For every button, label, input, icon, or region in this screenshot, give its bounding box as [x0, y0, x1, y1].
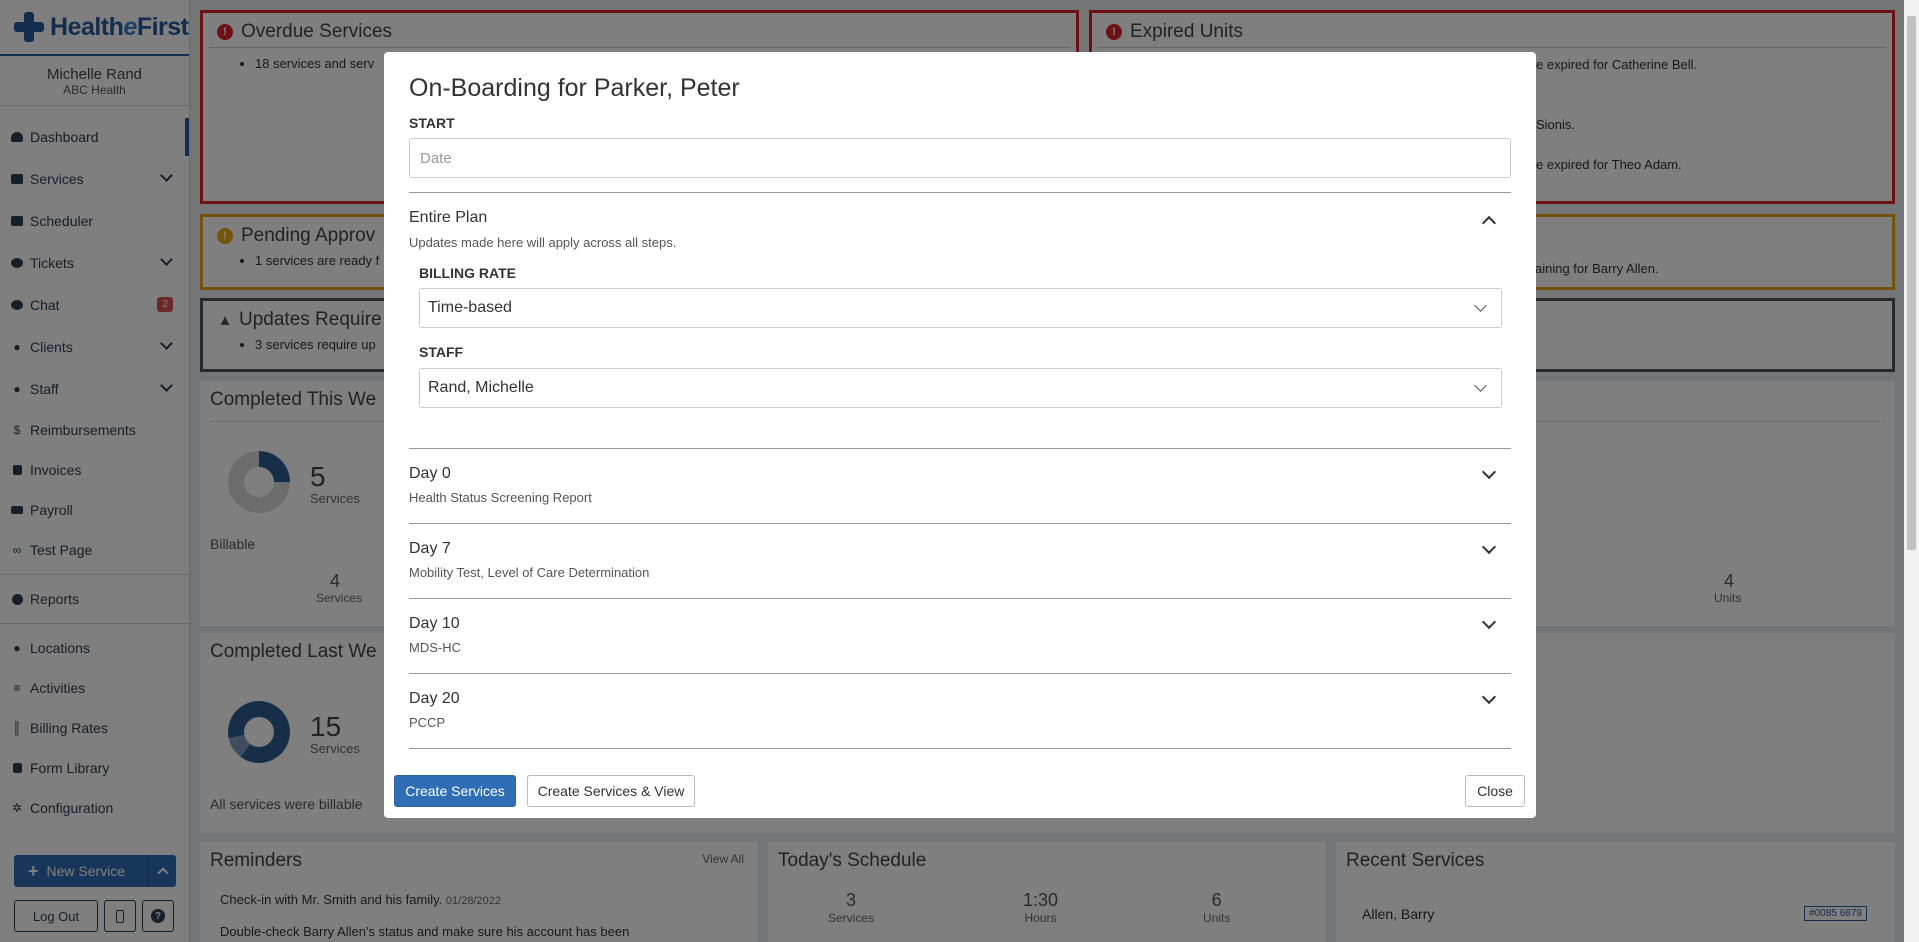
- divider: [409, 748, 1511, 749]
- staff-select[interactable]: Rand, Michelle: [419, 368, 1502, 408]
- step-day-20-title[interactable]: Day 20: [409, 690, 460, 708]
- chevron-down-icon[interactable]: [1481, 464, 1497, 480]
- divider: [409, 448, 1511, 449]
- step-day-10-subtitle: MDS-HC: [409, 640, 461, 655]
- billing-rate-select[interactable]: Time-based: [419, 288, 1502, 328]
- step-day-0-subtitle: Health Status Screening Report: [409, 490, 592, 505]
- chevron-down-icon[interactable]: [1481, 689, 1497, 705]
- step-day-7-subtitle: Mobility Test, Level of Care Determinati…: [409, 565, 650, 580]
- entire-plan-title[interactable]: Entire Plan: [409, 209, 487, 227]
- scrollbar-thumb[interactable]: [1907, 16, 1916, 550]
- step-day-20-subtitle: PCCP: [409, 715, 446, 730]
- divider: [409, 598, 1511, 599]
- entire-plan-subtitle: Updates made here will apply across all …: [409, 235, 677, 250]
- create-services-view-button[interactable]: Create Services & View: [527, 775, 695, 807]
- start-label: START: [409, 115, 455, 131]
- chevron-down-icon[interactable]: [1481, 539, 1497, 555]
- start-date-input[interactable]: Date: [409, 138, 1511, 178]
- divider: [409, 192, 1511, 193]
- step-day-10-title[interactable]: Day 10: [409, 615, 460, 633]
- chevron-down-icon[interactable]: [1481, 614, 1497, 630]
- billing-rate-label: BILLING RATE: [419, 265, 516, 281]
- page-scrollbar[interactable]: [1904, 0, 1919, 942]
- chevron-down-icon: [1474, 299, 1487, 312]
- chevron-down-icon: [1474, 379, 1487, 392]
- step-day-0-title[interactable]: Day 0: [409, 465, 451, 483]
- modal-title: On-Boarding for Parker, Peter: [409, 74, 740, 102]
- chevron-up-icon[interactable]: [1481, 215, 1497, 231]
- onboarding-modal: On-Boarding for Parker, Peter START Date…: [384, 52, 1536, 818]
- create-services-button[interactable]: Create Services: [394, 775, 516, 807]
- step-day-7-title[interactable]: Day 7: [409, 540, 451, 558]
- divider: [409, 673, 1511, 674]
- divider: [409, 523, 1511, 524]
- staff-label: STAFF: [419, 344, 464, 360]
- close-button[interactable]: Close: [1465, 775, 1525, 807]
